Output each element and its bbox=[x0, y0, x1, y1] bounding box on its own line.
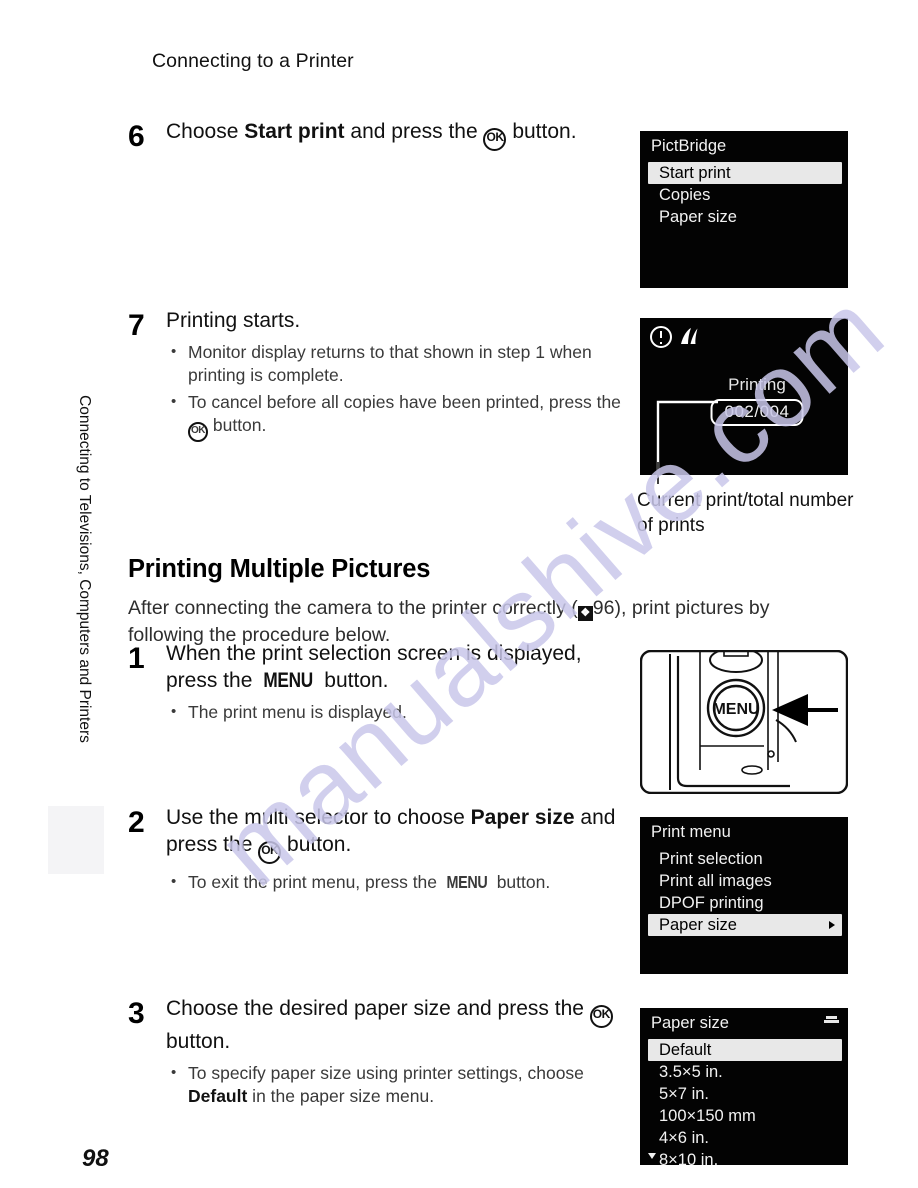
step-2-title-bold: Paper size bbox=[470, 806, 575, 829]
step-2-title-post: button. bbox=[281, 833, 352, 856]
callout-caption: Current print/total number of prints bbox=[637, 490, 854, 536]
exclamation-icon bbox=[650, 326, 672, 348]
menu-button-label: MENU bbox=[446, 872, 488, 892]
paper-size-list: Default 3.5×5 in. 5×7 in. 100×150 mm 4×6… bbox=[640, 1039, 848, 1165]
menu-item-dpof-printing[interactable]: DPOF printing bbox=[640, 892, 848, 914]
camera-menu-button-figure: MENU bbox=[640, 650, 848, 794]
step-1-title: When the print selection screen is displ… bbox=[166, 640, 628, 694]
callout-leader-line bbox=[656, 400, 718, 484]
step-6-title: Choose Start print and press the OK butt… bbox=[166, 118, 628, 151]
step-2-title: Use the multi selector to choose Paper s… bbox=[166, 804, 628, 864]
side-tab-label: Connecting to Televisions, Computers and… bbox=[76, 395, 93, 743]
step-3-title: Choose the desired paper size and press … bbox=[166, 995, 628, 1055]
paper-size-screen-title: Paper size bbox=[651, 1014, 729, 1032]
print-menu-screen-title: Print menu bbox=[651, 823, 731, 841]
step-1-bullets: The print menu is displayed. bbox=[166, 700, 628, 724]
step-3-bullet-post: in the paper size menu. bbox=[247, 1086, 435, 1106]
section-intro-pre: After connecting the camera to the print… bbox=[128, 596, 578, 619]
menu-item-paper-size-label: Paper size bbox=[659, 916, 737, 934]
step-3-bullets: To specify paper size using printer sett… bbox=[166, 1061, 628, 1108]
step-6-title-mid: and press the bbox=[344, 120, 484, 143]
side-tab-marker bbox=[48, 806, 104, 874]
step-6-title-lead: Choose bbox=[166, 120, 245, 143]
step-6-number: 6 bbox=[128, 120, 145, 153]
step-7-bullet-1: Monitor display returns to that shown in… bbox=[166, 340, 638, 387]
print-menu-screen: Print menu Print selection Print all ima… bbox=[640, 817, 848, 974]
step-7-bullet-2: To cancel before all copies have been pr… bbox=[166, 390, 638, 442]
menu-item-print-selection[interactable]: Print selection bbox=[640, 848, 848, 870]
paper-size-option-4x6[interactable]: 4×6 in. bbox=[640, 1127, 848, 1149]
pictbridge-screen-title: PictBridge bbox=[651, 137, 727, 155]
step-2-title-pre: Use the multi selector to choose bbox=[166, 806, 471, 829]
running-head: Connecting to a Printer bbox=[152, 50, 354, 72]
paper-size-option-default[interactable]: Default bbox=[648, 1039, 842, 1061]
step-3-title-pre: Choose the desired paper size and press … bbox=[166, 997, 590, 1020]
step-6-title-bold: Start print bbox=[244, 120, 345, 143]
ok-button-icon: OK bbox=[258, 841, 282, 864]
ok-button-icon: OK bbox=[589, 1005, 613, 1028]
step-7-bullets: Monitor display returns to that shown in… bbox=[166, 340, 638, 442]
menu-item-start-print[interactable]: Start print bbox=[648, 162, 842, 184]
ok-button-icon: OK bbox=[483, 128, 507, 151]
step-7-body: Printing starts. Monitor display returns… bbox=[166, 307, 638, 442]
print-menu-list: Print selection Print all images DPOF pr… bbox=[640, 848, 848, 936]
paper-size-option-5x7[interactable]: 5×7 in. bbox=[640, 1083, 848, 1105]
step-7-number: 7 bbox=[128, 309, 145, 342]
paper-size-option-3_5x5[interactable]: 3.5×5 in. bbox=[640, 1061, 848, 1083]
step-3-body: Choose the desired paper size and press … bbox=[166, 995, 628, 1108]
pictbridge-screen: PictBridge Start print Copies Paper size bbox=[640, 131, 848, 288]
step-7-bullet-2-pre: To cancel before all copies have been pr… bbox=[188, 392, 621, 412]
step-3-bullet-bold: Default bbox=[188, 1086, 248, 1106]
step-7-bullet-2-post: button. bbox=[208, 415, 267, 435]
menu-item-paper-size[interactable]: Paper size bbox=[648, 914, 842, 936]
camera-menu-button-text: MENU bbox=[712, 701, 759, 718]
battery-icon bbox=[824, 1016, 839, 1027]
menu-item-copies[interactable]: Copies bbox=[640, 184, 848, 206]
menu-item-print-all-images[interactable]: Print all images bbox=[640, 870, 848, 892]
printer-status-icon bbox=[681, 328, 698, 344]
step-3-number: 3 bbox=[128, 997, 145, 1030]
step-1-body: When the print selection screen is displ… bbox=[166, 640, 628, 724]
menu-item-paper-size[interactable]: Paper size bbox=[640, 206, 848, 228]
pictbridge-menu-list: Start print Copies Paper size bbox=[640, 162, 848, 228]
paper-size-option-100x150[interactable]: 100×150 mm bbox=[640, 1105, 848, 1127]
ok-button-icon: OK bbox=[188, 422, 208, 442]
section-heading: Printing Multiple Pictures bbox=[128, 555, 431, 584]
step-2-bullet-post: button. bbox=[491, 872, 551, 892]
manual-page: Connecting to a Printer Connecting to Te… bbox=[0, 0, 918, 1188]
step-1-bullet-1: The print menu is displayed. bbox=[166, 700, 628, 724]
printing-status-icons bbox=[650, 326, 700, 348]
page-number: 98 bbox=[82, 1145, 109, 1172]
step-3-bullet-pre: To specify paper size using printer sett… bbox=[188, 1063, 584, 1083]
step-1-number: 1 bbox=[128, 642, 145, 675]
paper-size-screen: Paper size Default 3.5×5 in. 5×7 in. 100… bbox=[640, 1008, 848, 1165]
paper-size-option-8x10[interactable]: 8×10 in. bbox=[640, 1149, 848, 1165]
section-intro-page-ref: 96 bbox=[592, 596, 615, 619]
step-6-body: Choose Start print and press the OK butt… bbox=[166, 118, 628, 151]
step-7-title: Printing starts. bbox=[166, 309, 301, 332]
chevron-right-icon bbox=[829, 921, 835, 929]
page-reference-icon: ❖ bbox=[577, 605, 593, 621]
step-6-title-tail: button. bbox=[506, 120, 577, 143]
step-3-title-post: button. bbox=[166, 1030, 231, 1053]
scroll-down-icon[interactable] bbox=[648, 1153, 656, 1159]
menu-button-label: MENU bbox=[263, 669, 314, 692]
step-3-bullet-1: To specify paper size using printer sett… bbox=[166, 1061, 628, 1108]
step-2-number: 2 bbox=[128, 806, 145, 839]
step-2-bullet-1: To exit the print menu, press the MENU b… bbox=[166, 870, 628, 894]
step-1-title-post: button. bbox=[318, 669, 389, 692]
step-2-body: Use the multi selector to choose Paper s… bbox=[166, 804, 628, 894]
step-2-bullet-pre: To exit the print menu, press the bbox=[188, 872, 442, 892]
step-2-bullets: To exit the print menu, press the MENU b… bbox=[166, 870, 628, 894]
